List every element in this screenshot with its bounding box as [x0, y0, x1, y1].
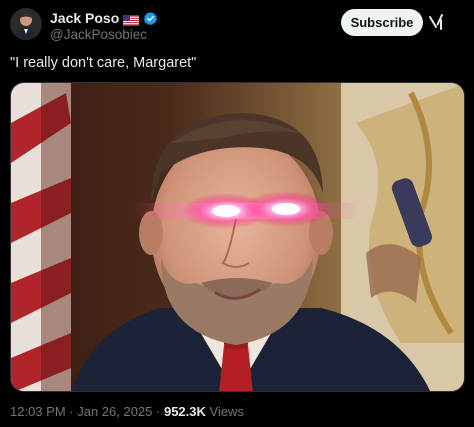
tweet-meta: 12:03 PM · Jan 26, 2025 · 952.3K Views	[10, 404, 244, 419]
grok-icon[interactable]	[428, 12, 444, 32]
meta-separator: ·	[152, 404, 164, 419]
author-avatar[interactable]	[10, 8, 42, 40]
tweet-media-image[interactable]	[10, 82, 465, 392]
views-label: Views	[205, 404, 244, 419]
tweet-date[interactable]: Jan 26, 2025	[77, 404, 152, 419]
author-display-name[interactable]: Jack Poso	[50, 10, 119, 26]
flag-background	[11, 83, 71, 391]
tweet-time[interactable]: 12:03 PM	[10, 404, 66, 419]
tweet-card: Jack Poso @JackPosobiec Subscribe "I rea…	[0, 0, 474, 427]
tweet-text: "I really don't care, Margaret"	[10, 55, 197, 71]
subscribe-button[interactable]: Subscribe	[341, 9, 423, 36]
author-handle[interactable]: @JackPosobiec	[50, 27, 147, 42]
verified-badge-icon[interactable]	[143, 11, 158, 26]
author-name-row: Jack Poso	[50, 9, 158, 27]
us-flag-icon	[123, 13, 140, 26]
meta-separator: ·	[65, 404, 78, 419]
views-count: 952.3K	[163, 404, 206, 419]
